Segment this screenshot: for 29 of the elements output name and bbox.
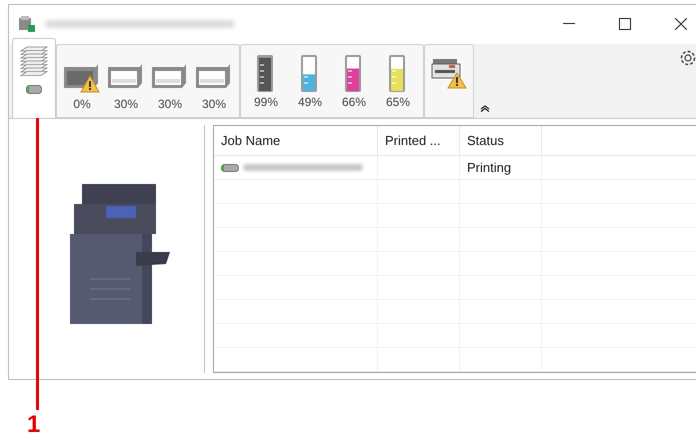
- toner-level-text: 99%: [254, 94, 278, 111]
- toner-level-text: 49%: [298, 94, 322, 111]
- tray-level-text: 0%: [73, 96, 91, 113]
- toner-cartridge-icon: [388, 52, 408, 93]
- status-tab[interactable]: [12, 38, 56, 118]
- tray-level-text: 30%: [202, 96, 226, 113]
- toner-level-text: 66%: [342, 94, 366, 111]
- status-tab[interactable]: [424, 44, 474, 118]
- collapse-caret-icon[interactable]: [480, 105, 490, 112]
- column-header[interactable]: Printed ...: [378, 126, 460, 155]
- tray-level-text: 30%: [158, 96, 182, 113]
- toner-cartridge-icon: [300, 52, 320, 93]
- minimize-icon[interactable]: [563, 23, 575, 26]
- status-tab[interactable]: 99% 49% 66% 65%: [240, 44, 424, 118]
- callout-number: 1: [27, 412, 40, 438]
- toner-cartridge-icon: [256, 52, 276, 93]
- status-tab[interactable]: 0% 30% 30% 30%: [56, 44, 240, 118]
- column-header[interactable]: Job Name: [214, 126, 378, 155]
- tray-level-text: 30%: [114, 96, 138, 113]
- status-text: Printing: [467, 158, 512, 177]
- job-row[interactable]: Printing: [214, 156, 696, 180]
- toner-cartridge-icon: [344, 52, 364, 93]
- status-indicator-icon: [221, 164, 239, 172]
- status-indicator-icon: [26, 84, 42, 94]
- close-icon[interactable]: [675, 18, 687, 30]
- printer-app-icon: [17, 14, 37, 34]
- toner-level-text: 65%: [386, 94, 410, 111]
- maximize-icon[interactable]: [619, 18, 631, 30]
- column-header[interactable]: Status: [460, 126, 542, 155]
